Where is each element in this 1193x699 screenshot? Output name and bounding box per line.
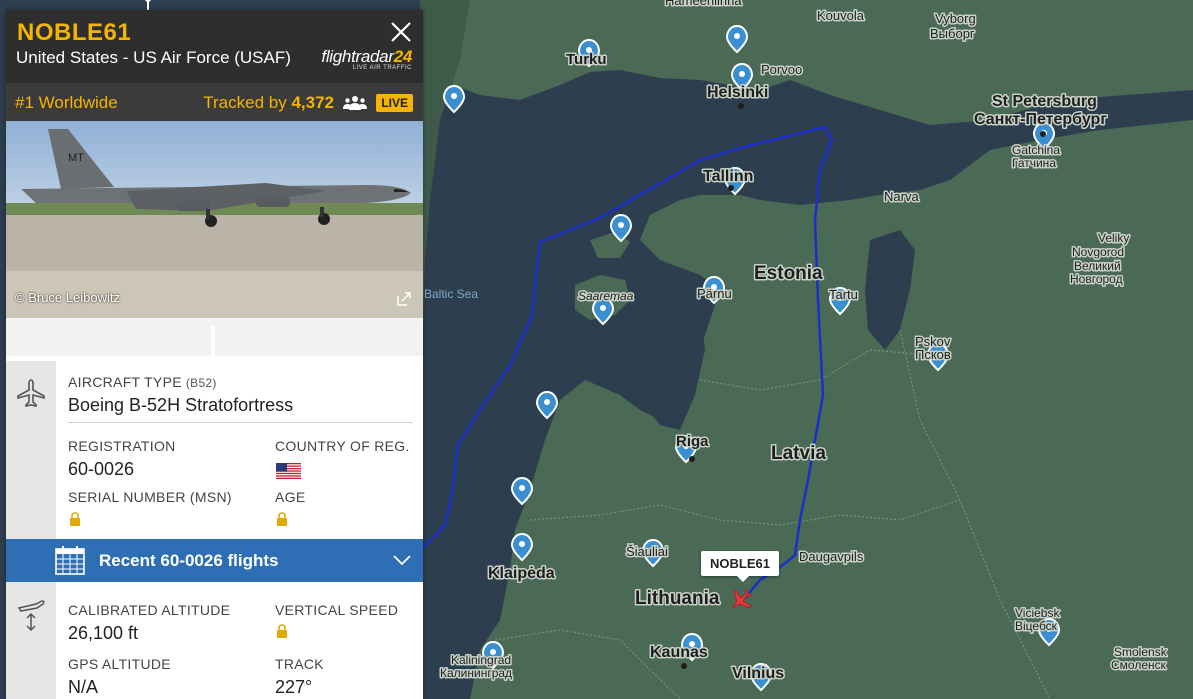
us-flag-icon bbox=[276, 463, 301, 479]
tracked-number: 4,372 bbox=[291, 93, 334, 112]
track-value: 227° bbox=[275, 677, 313, 697]
map-label: Hämeenlinna bbox=[665, 0, 742, 8]
flight-data-section: CALIBRATED ALTITUDE 26,100 ft VERTICAL S… bbox=[6, 582, 423, 699]
flight-info-panel: NOBLE61 United States - US Air Force (US… bbox=[6, 10, 423, 699]
map-label: Vilnius bbox=[732, 665, 784, 682]
vertical-speed-label: VERTICAL SPEED bbox=[275, 602, 399, 618]
map-label: St Petersburg bbox=[992, 93, 1097, 110]
rank-text: #1 Worldwide bbox=[15, 93, 118, 112]
calendar-icon bbox=[55, 546, 85, 575]
gps-altitude-value: N/A bbox=[68, 677, 99, 697]
chevron-down-icon bbox=[393, 555, 411, 566]
calibrated-altitude-value: 26,100 ft bbox=[68, 623, 139, 643]
aircraft-info-icon-column bbox=[6, 361, 56, 539]
map-label: Pärnu bbox=[697, 286, 732, 301]
country-label: COUNTRY OF REG. bbox=[275, 438, 410, 454]
logo-number: 24 bbox=[393, 47, 413, 66]
map-label: Viciebsk bbox=[1015, 606, 1060, 620]
map-label: Saaremaa bbox=[578, 289, 634, 303]
registration-label: REGISTRATION bbox=[68, 438, 176, 454]
aircraft-image: MT bbox=[6, 121, 423, 318]
tracked-prefix: Tracked by bbox=[203, 93, 287, 112]
map-label: Гатчина bbox=[1012, 156, 1056, 170]
map-label: Baltic Sea bbox=[424, 287, 478, 301]
divider bbox=[68, 422, 413, 423]
aircraft-type-code: (B52) bbox=[185, 376, 217, 390]
map-label: Псков bbox=[915, 347, 951, 362]
map-label: Великий bbox=[1074, 259, 1121, 273]
flight-data-icon-column bbox=[6, 582, 56, 699]
map-label: Turku bbox=[566, 51, 607, 68]
photo-credit[interactable]: © Bruce Leibowitz bbox=[15, 290, 120, 305]
map-label: Tartu bbox=[829, 287, 858, 302]
map-label: Veliky bbox=[1098, 231, 1129, 245]
map-label: Latvia bbox=[771, 443, 826, 464]
aircraft-type-label: AIRCRAFT TYPE (B52) bbox=[68, 374, 217, 390]
map-label: Vyborg bbox=[935, 11, 976, 26]
map-label: Klaipėda bbox=[488, 565, 555, 582]
map-label: Lithuania bbox=[635, 588, 720, 609]
map-label: Санкт-Петербург bbox=[974, 111, 1107, 128]
aircraft-photo[interactable]: MT © Bruce Leibowitz bbox=[6, 121, 423, 318]
track-label: TRACK bbox=[275, 656, 324, 672]
map-label: Смоленск bbox=[1111, 658, 1167, 672]
calibrated-altitude-label: CALIBRATED ALTITUDE bbox=[68, 602, 231, 618]
map-label: Віцебск bbox=[1015, 619, 1058, 633]
map-flight-tag[interactable]: NOBLE61 bbox=[701, 551, 779, 582]
live-badge: LIVE bbox=[376, 94, 413, 112]
map-label: Выборг bbox=[930, 26, 975, 41]
registration-value: 60-0026 bbox=[68, 459, 135, 479]
lock-icon bbox=[70, 512, 80, 526]
map-label: Kouvola bbox=[817, 8, 865, 23]
map-label: Riga bbox=[676, 433, 709, 450]
lock-icon bbox=[277, 512, 287, 526]
map-label: Daugavpils bbox=[799, 549, 864, 564]
map-label: Porvoo bbox=[761, 62, 802, 77]
serial-number-label: SERIAL NUMBER (MSN) bbox=[68, 489, 232, 505]
map-label: Estonia bbox=[754, 263, 823, 284]
map-label: Новгород bbox=[1070, 272, 1123, 286]
close-icon[interactable] bbox=[389, 20, 413, 44]
map-label: Gatchina bbox=[1012, 143, 1060, 157]
operator-name: United States - US Air Force (USAF) bbox=[16, 48, 291, 67]
map-label: Novgorod bbox=[1072, 245, 1124, 259]
aircraft-info-section: AIRCRAFT TYPE (B52) Boeing B-52H Stratofo… bbox=[6, 361, 423, 539]
expand-icon[interactable] bbox=[395, 290, 413, 308]
map-label: Šiauliai bbox=[626, 544, 668, 559]
panel-tabs bbox=[6, 318, 423, 361]
tracked-count: Tracked by 4,372 bbox=[203, 93, 334, 113]
map-label: Калининград bbox=[440, 666, 512, 680]
airplane-icon bbox=[17, 379, 45, 407]
recent-flights-label: Recent 60-0026 flights bbox=[99, 551, 279, 570]
logo-text: flightradar bbox=[321, 47, 394, 66]
aircraft-type-value: Boeing B-52H Stratofortress bbox=[68, 395, 294, 415]
tail-marking: MT bbox=[68, 152, 84, 164]
status-bar: #1 Worldwide Tracked by 4,372 LIVE bbox=[6, 83, 423, 121]
panel-header: NOBLE61 United States - US Air Force (US… bbox=[6, 10, 423, 83]
map-label: Kaunas bbox=[650, 644, 708, 661]
lock-icon bbox=[277, 624, 287, 638]
flightradar24-logo: flightradar24 LIVE AIR TRAFFIC bbox=[321, 47, 412, 71]
aircraft-type-label-text: AIRCRAFT TYPE bbox=[68, 374, 182, 390]
map-label: Smolensk bbox=[1114, 645, 1168, 659]
map-label: Narva bbox=[884, 189, 919, 204]
recent-flights-button[interactable]: Recent 60-0026 flights bbox=[6, 539, 423, 582]
gps-altitude-label: GPS ALTITUDE bbox=[68, 656, 171, 672]
people-icon bbox=[343, 96, 367, 110]
age-label: AGE bbox=[275, 489, 306, 505]
tab-separator bbox=[211, 326, 215, 356]
map-label: Kaliningrad bbox=[451, 653, 511, 667]
map-label: Tallinn bbox=[703, 168, 753, 185]
callsign-title: NOBLE61 bbox=[17, 19, 132, 46]
altitude-icon bbox=[17, 600, 45, 632]
map-label: Helsinki bbox=[707, 84, 768, 101]
